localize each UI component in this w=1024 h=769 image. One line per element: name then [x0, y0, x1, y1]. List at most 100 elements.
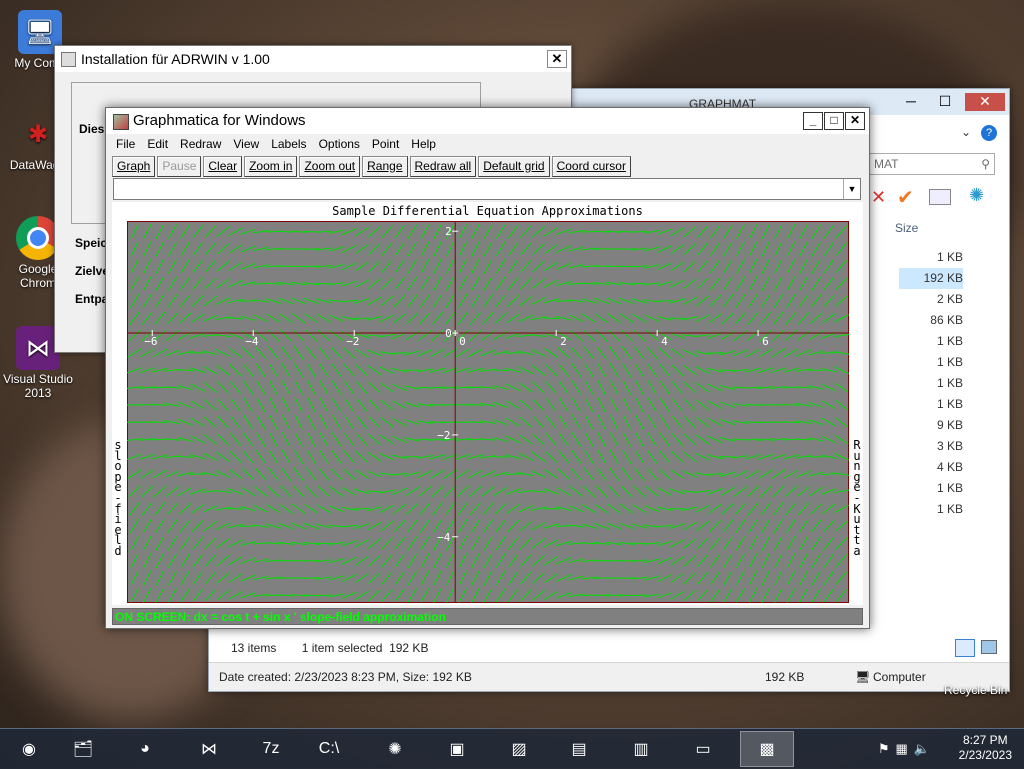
- start-orb-icon[interactable]: ◉: [2, 731, 56, 767]
- file-size-cell[interactable]: 1 KB: [899, 394, 963, 415]
- system-tray: ⚑▦🔈: [878, 741, 936, 757]
- file-size-cell[interactable]: 1 KB: [899, 247, 963, 268]
- menu-point[interactable]: Point: [366, 137, 405, 151]
- help-icon[interactable]: ?: [981, 125, 997, 141]
- flag-icon[interactable]: ⚑: [878, 741, 896, 756]
- zoom-in-button[interactable]: Zoom in: [244, 156, 297, 177]
- file-size-cell[interactable]: 3 KB: [899, 436, 963, 457]
- default-grid-button[interactable]: Default grid: [478, 156, 549, 177]
- detail-size: 192 KB: [765, 663, 804, 691]
- menu-help[interactable]: Help: [405, 137, 442, 151]
- graphmatica-titlebar[interactable]: Graphmatica for Windows _ □ ✕: [106, 108, 869, 134]
- file-size-cell[interactable]: 1 KB: [899, 478, 963, 499]
- left-vertical-label: slope-field: [113, 440, 123, 557]
- properties-icon[interactable]: [929, 189, 951, 205]
- slope-segment: [303, 249, 319, 250]
- installer-label: Speic: [75, 236, 107, 250]
- maximize-button[interactable]: □: [824, 112, 844, 130]
- y-tick-label: −4: [437, 531, 451, 544]
- installer-label: Zielve: [75, 264, 109, 278]
- clock[interactable]: 8:27 PM 2/23/2023: [959, 733, 1012, 763]
- graph-button[interactable]: Graph: [112, 156, 155, 177]
- tiles-view-icon[interactable]: [981, 640, 997, 654]
- 7zip-icon[interactable]: 7z: [244, 731, 298, 767]
- close-button[interactable]: ✕: [547, 50, 567, 68]
- visual-studio-icon[interactable]: ⋈: [182, 731, 236, 767]
- file-size-cell[interactable]: 2 KB: [899, 289, 963, 310]
- vcdic-icon[interactable]: ▣: [430, 731, 484, 767]
- close-button[interactable]: ✕: [965, 93, 1005, 111]
- status-line: ON SCREEN: dx = cos t + sin x ' slope-fi…: [112, 608, 863, 625]
- search-input[interactable]: MAT⚲: [869, 153, 995, 175]
- menu-options[interactable]: Options: [313, 137, 366, 151]
- zoom-out-button[interactable]: Zoom out: [299, 156, 360, 177]
- installer-label: Dies: [79, 122, 104, 136]
- clear-button[interactable]: Clear: [203, 156, 242, 177]
- graph-area[interactable]: Sample Differential Equation Approximati…: [112, 202, 863, 605]
- file-size-cell[interactable]: 1 KB: [899, 352, 963, 373]
- maximize-button[interactable]: ☐: [931, 93, 959, 111]
- search-icon: ⚲: [981, 154, 990, 174]
- window2-icon[interactable]: ▥: [614, 731, 668, 767]
- menu-edit[interactable]: Edit: [141, 137, 174, 151]
- check-icon[interactable]: ✔: [897, 185, 914, 210]
- file-size-cell[interactable]: 86 KB: [899, 310, 963, 331]
- computer-icon: 🖥: [855, 663, 870, 691]
- cmd-icon[interactable]: C:\: [302, 731, 356, 767]
- menu-redraw[interactable]: Redraw: [174, 137, 227, 151]
- desktop-icon-label: Google Chrom: [19, 262, 58, 290]
- file-size-cell[interactable]: 1 KB: [899, 373, 963, 394]
- explorer-icon[interactable]: 🗂: [56, 731, 110, 767]
- minimize-button[interactable]: _: [803, 112, 823, 130]
- range-button[interactable]: Range: [362, 156, 407, 177]
- selected-info: 1 item selected 192 KB: [302, 641, 429, 655]
- printer-icon[interactable]: ▭: [676, 731, 730, 767]
- file-size-cell[interactable]: 9 KB: [899, 415, 963, 436]
- graphmatica-window[interactable]: Graphmatica for Windows _ □ ✕ FileEditRe…: [105, 107, 870, 629]
- chevron-down-icon[interactable]: ⌄: [961, 125, 971, 139]
- volume-icon[interactable]: 🔈: [914, 741, 936, 756]
- x-tick-label: −4: [245, 335, 259, 348]
- chrome-icon[interactable]: ◕: [118, 731, 172, 767]
- menu-file[interactable]: File: [110, 137, 141, 151]
- slope-segment: [303, 578, 319, 579]
- close-button[interactable]: ✕: [845, 112, 865, 130]
- coord-cursor-button[interactable]: Coord cursor: [552, 156, 631, 177]
- y-tick-label: 2: [445, 225, 452, 238]
- toolbar: GraphPauseClearZoom inZoom outRangeRedra…: [106, 154, 869, 178]
- x-tick-label: 2: [560, 335, 567, 348]
- network-icon[interactable]: ▦: [896, 741, 914, 756]
- explorer-status-bar: 13 items 1 item selected 192 KB: [209, 635, 1009, 661]
- slope-segment: [543, 318, 559, 319]
- menu-labels[interactable]: Labels: [265, 137, 312, 151]
- file-size-cell[interactable]: 1 KB: [899, 331, 963, 352]
- redraw-all-button[interactable]: Redraw all: [410, 156, 477, 177]
- chevron-down-icon[interactable]: ▼: [843, 179, 860, 199]
- graph-title: Sample Differential Equation Approximati…: [112, 204, 863, 218]
- equation-input[interactable]: ▼: [113, 178, 861, 200]
- graphmatica-icon[interactable]: ▩: [740, 731, 794, 767]
- window-icon[interactable]: ▤: [552, 731, 606, 767]
- file-size-cell[interactable]: 1 KB: [899, 499, 963, 520]
- clock-date: 2/23/2023: [959, 748, 1012, 763]
- details-view-icon[interactable]: [955, 639, 975, 657]
- pause-button[interactable]: Pause: [157, 156, 201, 177]
- slope-field-plot[interactable]: −6−4−2024620−2−4: [127, 221, 849, 603]
- delete-icon[interactable]: ✕: [871, 187, 886, 208]
- photo-icon[interactable]: ▨: [492, 731, 546, 767]
- column-header-size[interactable]: Size: [895, 221, 918, 235]
- installer-titlebar[interactable]: Installation für ADRWIN v 1.00 ✕: [55, 46, 571, 72]
- installer-app-icon: [61, 52, 76, 67]
- recycle-bin-label: Recycle Bin: [944, 683, 1007, 697]
- detail-text: Date created: 2/23/2023 8:23 PM, Size: 1…: [219, 670, 472, 684]
- shell-icon[interactable]: ✺: [368, 731, 422, 767]
- file-size-cell[interactable]: 192 KB: [899, 268, 963, 289]
- items-count: 13 items: [231, 641, 276, 655]
- x-tick-label: 6: [762, 335, 769, 348]
- slope-segment: [720, 370, 736, 371]
- slope-segment: [556, 301, 572, 302]
- file-size-cell[interactable]: 4 KB: [899, 457, 963, 478]
- minimize-button[interactable]: ─: [897, 93, 925, 111]
- menu-view[interactable]: View: [227, 137, 265, 151]
- shell-icon[interactable]: ✺: [969, 185, 984, 206]
